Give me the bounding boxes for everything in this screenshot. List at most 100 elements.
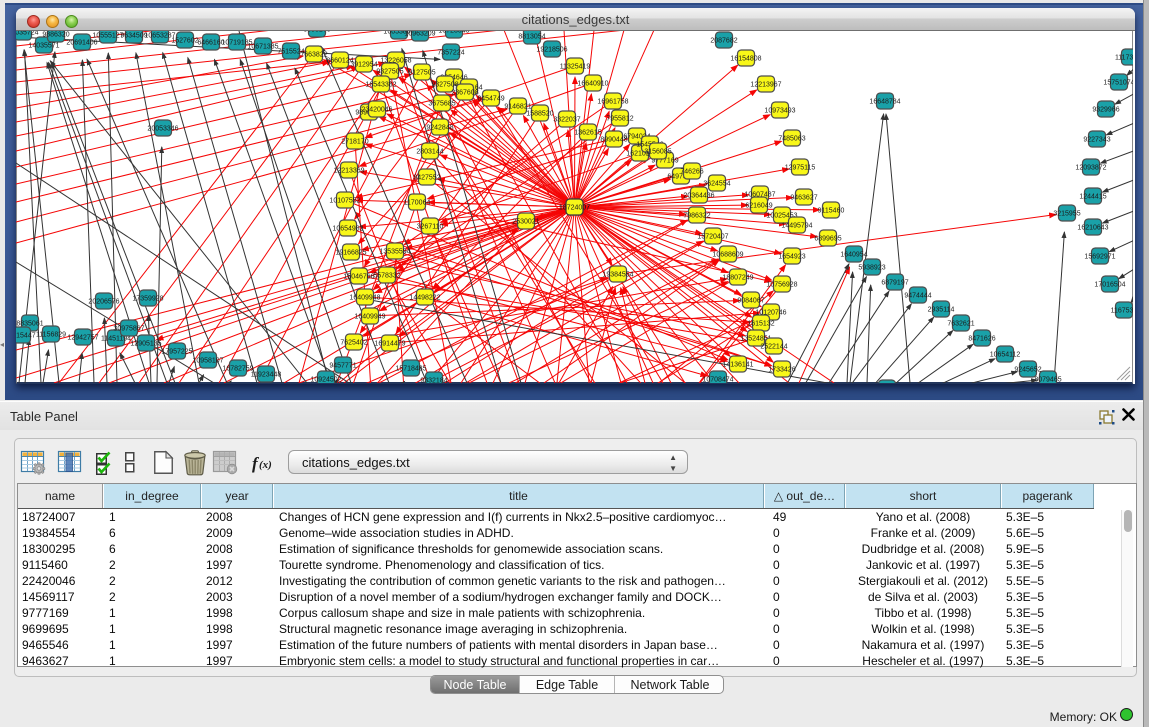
svg-text:9327505: 9327505 <box>376 69 403 76</box>
svg-text:9127505: 9127505 <box>408 70 435 77</box>
svg-text:3675685: 3675685 <box>428 101 455 108</box>
svg-text:9332184: 9332184 <box>420 378 447 384</box>
svg-text:2530021: 2530021 <box>512 219 539 226</box>
svg-text:12093872: 12093872 <box>1075 165 1106 172</box>
svg-text:7357224: 7357224 <box>437 50 464 57</box>
svg-text:3912954: 3912954 <box>350 62 377 69</box>
svg-text:18724007: 18724007 <box>559 205 590 212</box>
svg-text:15720407: 15720407 <box>697 234 728 241</box>
svg-text:8427552: 8427552 <box>413 175 440 182</box>
svg-text:20053346: 20053346 <box>147 126 178 133</box>
svg-text:19166825: 19166825 <box>335 250 366 257</box>
svg-text:16782759: 16782759 <box>222 366 253 373</box>
svg-text:12905135: 12905135 <box>130 341 161 348</box>
svg-text:1170064: 1170064 <box>404 200 431 207</box>
svg-text:17016504: 17016504 <box>1094 282 1125 289</box>
svg-text:10671385: 10671385 <box>247 44 278 51</box>
svg-text:16961758: 16961758 <box>597 99 628 106</box>
svg-text:15046766: 15046766 <box>343 274 374 281</box>
svg-text:10708474: 10708474 <box>702 377 733 384</box>
svg-text:15692971: 15692971 <box>1084 254 1115 261</box>
svg-text:11173456: 11173456 <box>1115 55 1133 62</box>
svg-text:16640910: 16640910 <box>577 81 608 88</box>
svg-text:1733426: 1733426 <box>768 367 795 374</box>
svg-text:6216049: 6216049 <box>745 203 772 210</box>
svg-text:9227343: 9227343 <box>1083 137 1110 144</box>
svg-text:16648784: 16648784 <box>869 99 900 106</box>
svg-text:13535594: 13535594 <box>379 249 410 256</box>
svg-text:7663822: 7663822 <box>300 52 327 59</box>
svg-text:2522144: 2522144 <box>760 344 787 351</box>
svg-text:3215955: 3215955 <box>1053 211 1080 218</box>
svg-text:16543382: 16543382 <box>365 82 396 89</box>
svg-text:16409948: 16409948 <box>349 295 380 302</box>
svg-text:9329966: 9329966 <box>1092 107 1119 114</box>
svg-text:15723045: 15723045 <box>438 31 469 35</box>
svg-text:2087682: 2087682 <box>710 38 737 45</box>
svg-text:20206576: 20206576 <box>88 299 119 306</box>
svg-text:6899695: 6899695 <box>814 236 841 243</box>
svg-text:14498222: 14498222 <box>409 295 440 302</box>
svg-text:7632621: 7632621 <box>947 321 974 328</box>
svg-text:9457771: 9457771 <box>329 363 356 370</box>
svg-text:5938923: 5938923 <box>858 265 885 272</box>
svg-text:9245652: 9245652 <box>1014 367 1041 374</box>
svg-text:2367608: 2367608 <box>451 90 478 97</box>
svg-text:9242848: 9242848 <box>426 125 453 132</box>
svg-text:20691406: 20691406 <box>66 40 97 47</box>
svg-text:6879197: 6879197 <box>881 280 908 287</box>
svg-text:19384554: 19384554 <box>602 272 633 279</box>
svg-text:9084067: 9084067 <box>737 298 764 305</box>
svg-text:11156829: 11156829 <box>36 332 66 339</box>
svg-text:9474444: 9474444 <box>904 293 931 300</box>
svg-text:3915447: 3915447 <box>16 333 36 340</box>
svg-text:8593175: 8593175 <box>303 31 330 34</box>
svg-text:746266: 746266 <box>680 169 703 176</box>
svg-text:14035724: 14035724 <box>16 31 39 37</box>
svg-text:1615132: 1615132 <box>747 321 774 328</box>
svg-text:10973493: 10973493 <box>764 108 795 115</box>
svg-text:12975115: 12975115 <box>785 165 816 172</box>
svg-text:8079465: 8079465 <box>1034 377 1061 384</box>
svg-text:9886320: 9886320 <box>42 32 69 39</box>
svg-text:(x): (x) <box>259 459 272 471</box>
svg-text:10756928: 10756928 <box>766 282 797 289</box>
svg-text:17359928: 17359928 <box>132 296 163 303</box>
svg-text:16154808: 16154808 <box>730 56 761 63</box>
svg-text:1588520: 1588520 <box>526 111 553 118</box>
svg-text:12942757: 12942757 <box>67 335 98 342</box>
svg-text:14035571: 14035571 <box>28 43 59 50</box>
svg-text:20364436: 20364436 <box>683 193 714 200</box>
svg-text:10963209: 10963209 <box>404 31 435 38</box>
svg-text:10924502: 10924502 <box>310 377 341 384</box>
svg-text:14495794: 14495794 <box>781 223 812 230</box>
svg-text:1244415: 1244415 <box>1079 194 1106 201</box>
svg-text:10555127: 10555127 <box>92 33 123 40</box>
svg-text:7625402: 7625402 <box>340 340 367 347</box>
svg-text:15751074: 15751074 <box>1103 80 1133 87</box>
svg-text:12213967: 12213967 <box>750 82 781 89</box>
svg-text:8813054: 8813054 <box>518 34 545 41</box>
svg-text:17957225: 17957225 <box>161 349 192 356</box>
svg-text:1654923: 1654923 <box>778 254 805 261</box>
svg-text:10654112: 10654112 <box>990 352 1021 359</box>
svg-text:7955812: 7955812 <box>606 116 633 123</box>
svg-text:16210643: 16210643 <box>1077 225 1108 232</box>
svg-text:19218506: 19218506 <box>536 47 567 54</box>
svg-text:7986322: 7986322 <box>683 213 710 220</box>
svg-text:9146821: 9146821 <box>504 104 531 111</box>
svg-text:10654982: 10654982 <box>332 226 363 233</box>
svg-text:1362615: 1362615 <box>574 130 601 137</box>
svg-text:7485063: 7485063 <box>778 136 805 143</box>
svg-text:8454749: 8454749 <box>477 96 504 103</box>
svg-text:1167534: 1167534 <box>1111 308 1133 315</box>
svg-text:3156085: 3156085 <box>644 149 671 156</box>
svg-text:15718485: 15718485 <box>395 366 426 373</box>
svg-text:8471626: 8471626 <box>968 336 995 343</box>
svg-text:2803144: 2803144 <box>416 149 443 156</box>
svg-text:10107552: 10107552 <box>329 198 360 205</box>
svg-text:12213369: 12213369 <box>333 168 364 175</box>
svg-text:1640954: 1640954 <box>840 252 867 259</box>
svg-text:3322037: 3322037 <box>553 117 580 124</box>
svg-text:11325419: 11325419 <box>560 64 591 71</box>
